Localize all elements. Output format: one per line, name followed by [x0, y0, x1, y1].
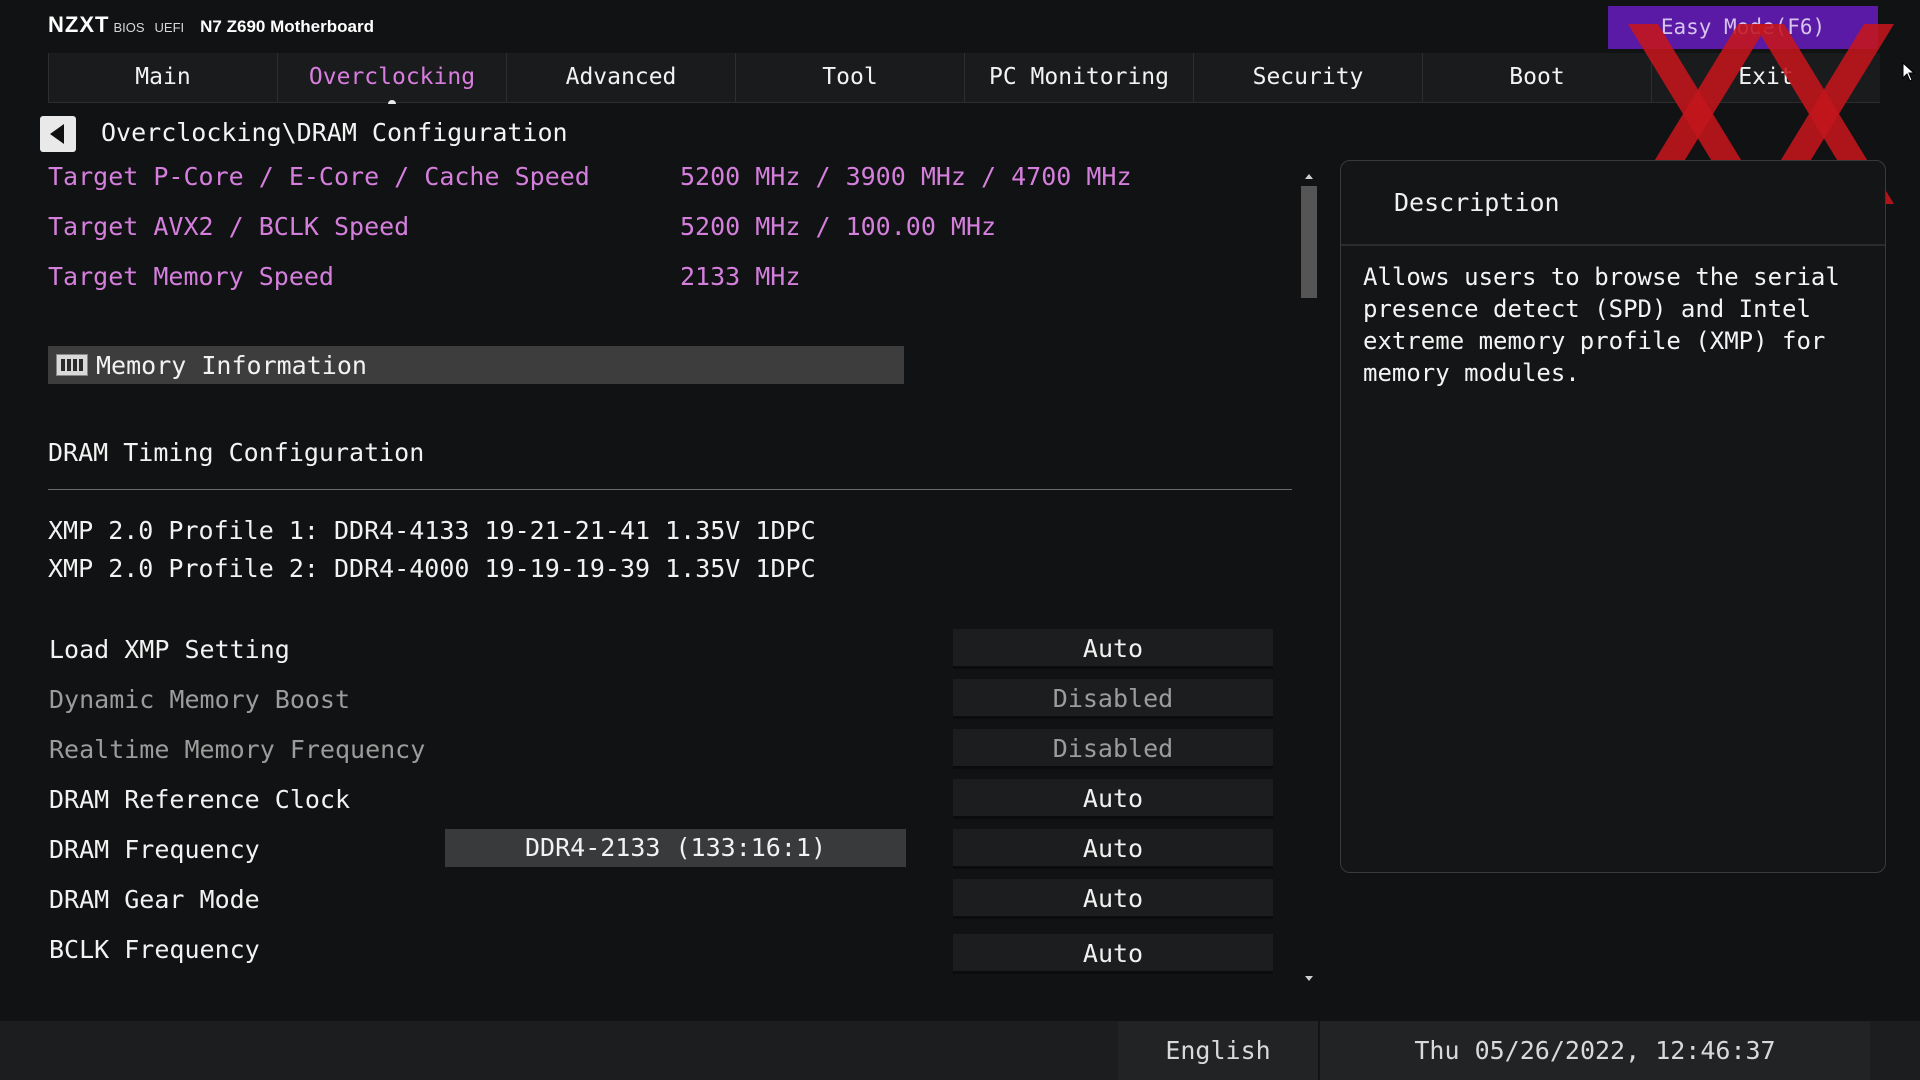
dram-frequency-label: DRAM Frequency	[49, 835, 260, 864]
bios-tag: BIOS	[113, 20, 145, 35]
dram-reference-clock-select[interactable]: Auto	[953, 779, 1273, 819]
description-text: Allows users to browse the serial presen…	[1363, 263, 1840, 387]
tab-boot[interactable]: Boot	[1422, 53, 1651, 102]
memory-information-label: Memory Information	[96, 350, 367, 380]
description-title: Description	[1394, 188, 1560, 217]
target-cpu-speed-label: Target P-Core / E-Core / Cache Speed	[48, 162, 590, 191]
bclk-frequency-select[interactable]: Auto	[953, 934, 1273, 974]
scrollbar-thumb[interactable]	[1301, 186, 1317, 298]
system-datetime[interactable]: Thu 05/26/2022, 12:46:37	[1318, 1021, 1870, 1080]
board-name: N7 Z690 Motherboard	[200, 17, 374, 36]
nzxt-logo: NZXT	[48, 12, 110, 37]
dram-timing-configuration-item[interactable]: DRAM Timing Configuration	[48, 438, 424, 467]
breadcrumb: Overclocking\DRAM Configuration	[101, 118, 568, 147]
dynamic-memory-boost-label: Dynamic Memory Boost	[49, 685, 351, 714]
load-xmp-setting-label: Load XMP Setting	[49, 635, 290, 664]
uefi-tag: UEFI	[154, 20, 185, 35]
dram-reference-clock-label: DRAM Reference Clock	[49, 785, 351, 814]
bclk-frequency-label: BCLK Frequency	[49, 935, 260, 964]
bios-brand: NZXT BIOS UEFI N7 Z690 Motherboard	[48, 12, 374, 40]
dram-gear-mode-label: DRAM Gear Mode	[49, 885, 260, 914]
scroll-up-icon[interactable]	[1305, 174, 1313, 179]
description-header: Description	[1341, 161, 1885, 246]
back-button[interactable]	[40, 116, 76, 152]
target-cpu-speed-value: 5200 MHz / 3900 MHz / 4700 MHz	[680, 162, 1132, 191]
language-selector[interactable]: English	[1118, 1021, 1318, 1080]
realtime-memory-frequency-select: Disabled	[953, 729, 1273, 769]
mouse-cursor-icon	[1902, 62, 1916, 82]
dynamic-memory-boost-select: Disabled	[953, 679, 1273, 719]
tab-security[interactable]: Security	[1193, 53, 1422, 102]
dram-frequency-display: DDR4-2133 (133:16:1)	[445, 829, 906, 867]
xmp-profile-2: XMP 2.0 Profile 2: DDR4-4000 19-19-19-39…	[48, 554, 816, 583]
memory-information-item[interactable]: Memory Information	[48, 346, 904, 384]
main-tabs: Main Overclocking Advanced Tool PC Monit…	[48, 53, 1880, 104]
tab-main[interactable]: Main	[48, 53, 277, 102]
xmp-profile-1: XMP 2.0 Profile 1: DDR4-4133 19-21-21-41…	[48, 516, 816, 545]
target-memory-speed-value: 2133 MHz	[680, 262, 801, 291]
tab-overclocking[interactable]: Overclocking	[277, 53, 506, 104]
realtime-memory-frequency-label: Realtime Memory Frequency	[49, 735, 426, 764]
target-avx-bclk-label: Target AVX2 / BCLK Speed	[48, 212, 410, 241]
tab-tool[interactable]: Tool	[735, 53, 964, 102]
memory-module-icon	[56, 354, 88, 376]
scroll-down-icon[interactable]	[1305, 976, 1313, 981]
description-panel: Description Allows users to browse the s…	[1340, 160, 1886, 873]
tab-advanced[interactable]: Advanced	[506, 53, 735, 102]
dram-frequency-select[interactable]: Auto	[953, 829, 1273, 869]
load-xmp-setting-select[interactable]: Auto	[953, 629, 1273, 669]
dram-gear-mode-select[interactable]: Auto	[953, 879, 1273, 919]
target-avx-bclk-value: 5200 MHz / 100.00 MHz	[680, 212, 997, 241]
tab-pc-monitoring[interactable]: PC Monitoring	[964, 53, 1193, 102]
settings-scrollbar[interactable]	[1300, 170, 1318, 985]
target-memory-speed-label: Target Memory Speed	[48, 262, 334, 291]
section-divider	[48, 489, 1292, 490]
back-arrow-icon	[49, 124, 64, 144]
